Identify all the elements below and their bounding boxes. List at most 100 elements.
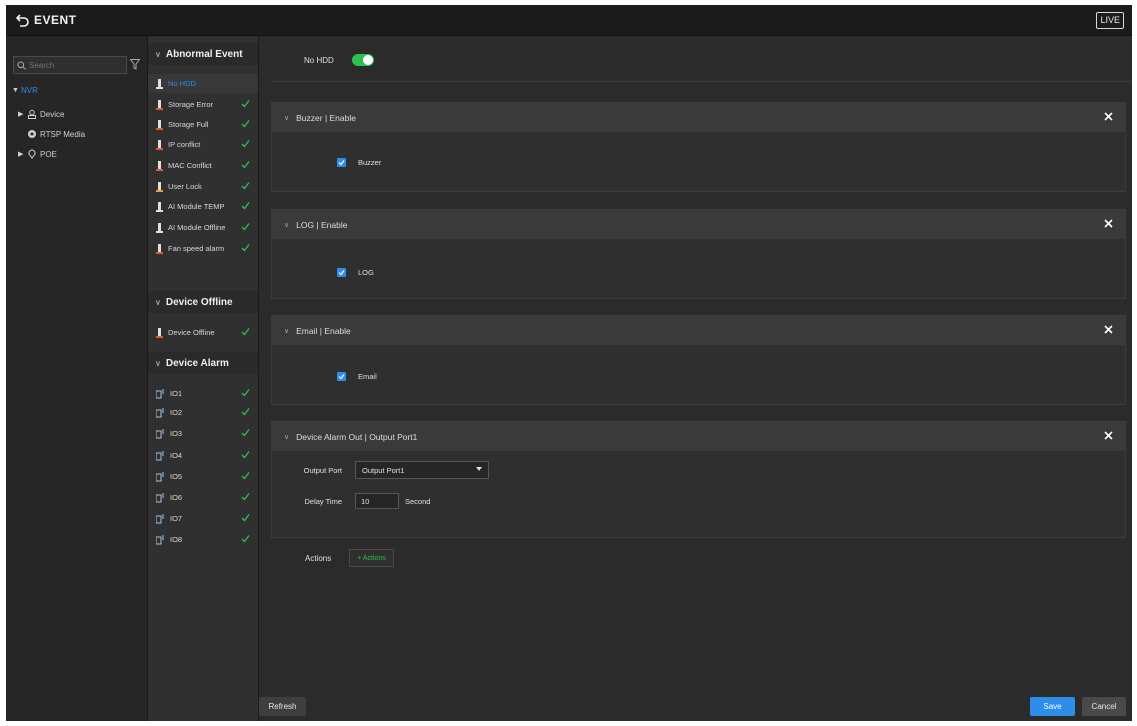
tree-item-device[interactable]: ▶ Device — [18, 107, 64, 121]
alarm-out-panel: ∨ Device Alarm Out | Output Port1 Output… — [271, 421, 1126, 538]
event-icon — [156, 327, 163, 338]
event-item-io4[interactable]: IO4 — [148, 446, 258, 465]
top-bar: EVENT LIVE — [6, 5, 1132, 36]
checkmark-icon — [338, 270, 345, 276]
event-item-io7[interactable]: IO7 — [148, 509, 258, 528]
tree-item-label: Device — [40, 109, 65, 119]
log-checkbox[interactable] — [337, 268, 346, 277]
alarm-out-panel-body: Output Port Output Port1 Delay Time Seco… — [272, 451, 1125, 537]
event-item-io1[interactable]: IO1 — [148, 384, 258, 403]
group-header-device-offline[interactable]: ∨ Device Offline — [148, 291, 258, 313]
event-item-io5[interactable]: IO5 — [148, 467, 258, 486]
alarm-io-icon — [156, 513, 164, 523]
tree-item-rtsp-media[interactable]: RTSP Media — [27, 127, 85, 141]
search-icon — [17, 61, 26, 70]
check-icon — [241, 514, 250, 522]
delay-time-input[interactable] — [355, 493, 399, 509]
event-icon — [156, 201, 163, 212]
device-tree-panel: ▼ NVR ▶ Device RTSP Media ▶ POE — [6, 36, 148, 721]
event-item-storage-full[interactable]: Storage Full — [148, 115, 258, 134]
event-item-mac-conflict[interactable]: MAC Conflict — [148, 156, 258, 175]
email-panel-header[interactable]: ∨ Email | Enable — [272, 316, 1125, 345]
chevron-down-icon: ∨ — [155, 49, 161, 59]
event-label: MAC Conflict — [168, 161, 212, 170]
event-item-no-hdd[interactable]: No HDD — [148, 74, 258, 93]
event-label: IO4 — [170, 451, 183, 460]
event-item-io8[interactable]: IO8 — [148, 530, 258, 549]
caret-down-icon: ▼ — [12, 86, 19, 94]
buzzer-panel-header[interactable]: ∨ Buzzer | Enable — [272, 103, 1125, 132]
event-item-ip-conflict[interactable]: IP conflict — [148, 135, 258, 154]
panel-title: Email | Enable — [296, 325, 351, 336]
alarm-io-icon — [156, 428, 164, 438]
event-list-panel: ∨ Abnormal Event No HDD Storage Error St… — [148, 36, 259, 721]
event-icon — [156, 160, 163, 171]
event-item-io2[interactable]: IO2 — [148, 403, 258, 422]
alarm-io-icon — [156, 492, 164, 502]
tree-search-input[interactable] — [26, 60, 112, 70]
check-icon — [241, 182, 250, 190]
log-panel-header[interactable]: ∨ LOG | Enable — [272, 210, 1125, 239]
event-item-device-offline[interactable]: Device Offline — [148, 323, 258, 342]
save-button[interactable]: Save — [1030, 697, 1075, 716]
caret-right-icon: ▶ — [18, 151, 24, 158]
output-port-row: Output Port Output Port1 — [282, 461, 489, 479]
cancel-button[interactable]: Cancel — [1082, 697, 1126, 716]
tree-item-label: RTSP Media — [40, 129, 86, 139]
tree-root-nvr[interactable]: ▼ NVR — [12, 83, 38, 97]
event-item-user-lock[interactable]: User Lock — [148, 177, 258, 196]
event-label: AI Module TEMP — [168, 202, 225, 211]
event-item-ai-module-offline[interactable]: AI Module Offline — [148, 218, 258, 237]
page-title: EVENT — [34, 13, 77, 27]
refresh-button[interactable]: Refresh — [259, 697, 306, 716]
close-icon[interactable] — [1104, 112, 1113, 121]
nohdd-row: No HDD — [304, 54, 374, 66]
check-icon — [241, 451, 250, 459]
nohdd-enable-toggle[interactable] — [351, 54, 374, 66]
back-arrow-icon[interactable] — [16, 13, 30, 27]
event-item-io6[interactable]: IO6 — [148, 488, 258, 507]
event-icon — [156, 78, 163, 89]
live-button[interactable]: LIVE — [1096, 12, 1124, 29]
check-icon — [241, 408, 250, 416]
log-checkbox-row[interactable]: LOG — [337, 268, 374, 277]
event-label: Fan speed alarm — [168, 244, 225, 253]
add-action-button[interactable]: + Actions — [349, 549, 394, 567]
event-item-fan-speed-alarm[interactable]: Fan speed alarm — [148, 239, 258, 258]
close-icon[interactable] — [1104, 325, 1113, 334]
group-title: Abnormal Event — [165, 48, 243, 60]
panel-title: Device Alarm Out | Output Port1 — [296, 431, 418, 442]
event-item-ai-module-temp[interactable]: AI Module TEMP — [148, 197, 258, 216]
tree-search-box[interactable] — [13, 56, 127, 74]
buzzer-checkbox-row[interactable]: Buzzer — [337, 158, 381, 167]
output-port-select[interactable]: Output Port1 — [355, 461, 489, 479]
panel-title: Buzzer | Enable — [296, 112, 356, 123]
check-icon — [241, 100, 250, 108]
chevron-down-icon: ∨ — [284, 114, 290, 122]
email-checkbox[interactable] — [337, 372, 346, 381]
buzzer-checkbox[interactable] — [337, 158, 346, 167]
check-icon — [241, 429, 250, 437]
event-icon — [156, 243, 163, 254]
group-header-abnormal-event[interactable]: ∨ Abnormal Event — [148, 43, 258, 65]
checkmark-icon — [338, 374, 345, 380]
caret-right-icon: ▶ — [18, 111, 24, 118]
toggle-knob — [362, 55, 373, 65]
check-icon — [241, 140, 250, 148]
close-icon[interactable] — [1104, 219, 1113, 228]
event-item-storage-error[interactable]: Storage Error — [148, 95, 258, 114]
email-panel-body: Email — [272, 345, 1125, 404]
event-label: IO7 — [170, 514, 183, 523]
event-label: IO8 — [170, 535, 183, 544]
event-label: IP conflict — [168, 140, 201, 149]
group-title: Device Offline — [165, 296, 233, 308]
close-icon[interactable] — [1104, 431, 1113, 440]
log-label: LOG — [358, 268, 374, 277]
filter-icon[interactable] — [130, 59, 140, 70]
alarm-out-panel-header[interactable]: ∨ Device Alarm Out | Output Port1 — [272, 422, 1125, 451]
tree-item-poe[interactable]: ▶ POE — [18, 147, 57, 161]
panel-title: LOG | Enable — [296, 219, 348, 230]
group-header-device-alarm[interactable]: ∨ Device Alarm — [148, 352, 258, 374]
event-item-io3[interactable]: IO3 — [148, 424, 258, 443]
email-checkbox-row[interactable]: Email — [337, 372, 377, 381]
